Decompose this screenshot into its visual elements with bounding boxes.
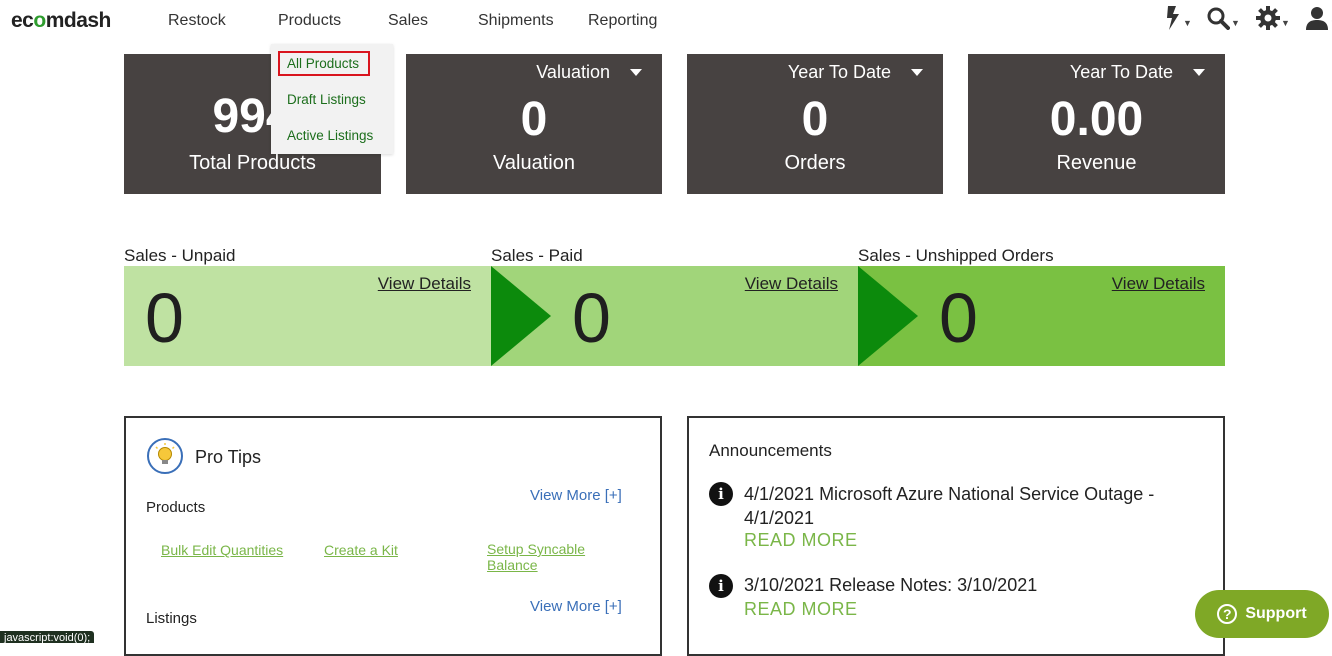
sales-unpaid-count: 0 bbox=[145, 279, 184, 357]
tile-label: Revenue bbox=[1056, 152, 1137, 174]
chevron-down-icon: ▼ bbox=[1231, 18, 1240, 28]
menu-item-active-listings[interactable]: Active Listings bbox=[287, 128, 373, 143]
sales-unpaid-title: Sales - Unpaid bbox=[124, 246, 236, 265]
revenue-tile: Year To Date 0.00 Revenue bbox=[968, 54, 1225, 194]
search-icon bbox=[1207, 7, 1230, 30]
orders-period-selector[interactable]: Year To Date bbox=[788, 62, 923, 83]
sales-paid-panel: 0 View Details bbox=[491, 266, 858, 366]
status-bar-url: javascript:void(0); bbox=[0, 631, 95, 644]
tip-link-bulk-edit-quantities[interactable]: Bulk Edit Quantities bbox=[161, 542, 283, 558]
chevron-down-icon: ▼ bbox=[1281, 18, 1290, 28]
pro-tips-panel: Pro Tips Products View More [+] Bulk Edi… bbox=[124, 416, 662, 656]
announcements-title: Announcements bbox=[709, 441, 832, 460]
section-heading-listings: Listings bbox=[146, 610, 197, 627]
settings-menu[interactable]: ▼ bbox=[1256, 4, 1290, 30]
announcements-panel: Announcements i 4/1/2021 Microsoft Azure… bbox=[687, 416, 1225, 656]
read-more-link[interactable]: READ MORE bbox=[744, 530, 858, 551]
lightbulb-glyph bbox=[155, 443, 175, 464]
nav-shipments[interactable]: Shipments bbox=[478, 12, 554, 30]
info-icon: i bbox=[709, 482, 733, 506]
tile-label: Total Products bbox=[189, 152, 316, 174]
user-icon bbox=[1306, 7, 1328, 30]
tip-link-setup-syncable-balance[interactable]: Setup Syncable Balance bbox=[487, 541, 607, 573]
support-label: Support bbox=[1245, 605, 1307, 622]
chevron-down-icon bbox=[630, 69, 642, 76]
sales-unpaid-panel: 0 View Details bbox=[124, 266, 491, 366]
funnel-arrow-icon bbox=[858, 266, 918, 366]
gear-icon bbox=[1256, 6, 1280, 30]
sales-unshipped-count: 0 bbox=[939, 279, 978, 357]
nav-sales[interactable]: Sales bbox=[388, 12, 428, 30]
announcement-text: 4/1/2021 Microsoft Azure National Servic… bbox=[744, 484, 1155, 528]
info-icon: i bbox=[709, 574, 733, 598]
view-details-link[interactable]: View Details bbox=[1112, 274, 1205, 294]
selected-item-highlight bbox=[278, 51, 370, 76]
quick-actions-menu[interactable]: ▼ bbox=[1166, 4, 1192, 30]
lightbulb-icon bbox=[147, 438, 183, 474]
nav-products[interactable]: Products bbox=[278, 12, 341, 30]
valuation-tile: Valuation 0 Valuation bbox=[406, 54, 662, 194]
chevron-down-icon: ▼ bbox=[1183, 18, 1192, 28]
chevron-down-icon bbox=[1193, 69, 1205, 76]
sales-paid-count: 0 bbox=[572, 279, 611, 357]
top-navigation: ecomdash Restock Products Sales Shipment… bbox=[0, 0, 1332, 44]
pro-tips-title: Pro Tips bbox=[195, 447, 262, 467]
section-heading-products: Products bbox=[146, 499, 206, 516]
tile-label: Valuation bbox=[493, 152, 575, 174]
view-more-listings-link[interactable]: View More [+] bbox=[530, 598, 622, 615]
question-icon: ? bbox=[1217, 604, 1238, 624]
sales-unshipped-panel: 0 View Details bbox=[858, 266, 1225, 366]
orders-tile: Year To Date 0 Orders bbox=[687, 54, 943, 194]
tile-label: Orders bbox=[784, 152, 846, 174]
tile-value: 0.00 bbox=[1049, 93, 1144, 146]
valuation-selector[interactable]: Valuation bbox=[536, 62, 642, 83]
revenue-period-selector[interactable]: Year To Date bbox=[1070, 62, 1205, 83]
tile-value: 0 bbox=[520, 93, 548, 146]
view-more-products-link[interactable]: View More [+] bbox=[530, 487, 622, 504]
tile-value: 0 bbox=[801, 93, 829, 146]
announcement-text: 3/10/2021 Release Notes: 3/10/2021 bbox=[744, 575, 1038, 595]
lightning-icon bbox=[1167, 6, 1179, 30]
view-details-link[interactable]: View Details bbox=[378, 274, 471, 294]
support-button[interactable]: ? Support bbox=[1195, 590, 1329, 638]
read-more-link[interactable]: READ MORE bbox=[744, 599, 858, 620]
menu-item-draft-listings[interactable]: Draft Listings bbox=[287, 92, 366, 107]
ecomdash-logo[interactable]: ecomdash bbox=[11, 9, 111, 33]
search-menu[interactable]: ▼ bbox=[1206, 4, 1240, 30]
sales-paid-title: Sales - Paid bbox=[491, 246, 583, 265]
view-details-link[interactable]: View Details bbox=[745, 274, 838, 294]
tip-link-create-a-kit[interactable]: Create a Kit bbox=[324, 542, 398, 558]
funnel-arrow-icon bbox=[491, 266, 551, 366]
chevron-down-icon bbox=[911, 69, 923, 76]
account-menu[interactable]: ▼ bbox=[1305, 4, 1332, 30]
nav-restock[interactable]: Restock bbox=[168, 12, 226, 30]
nav-reporting[interactable]: Reporting bbox=[588, 12, 657, 30]
sales-unshipped-title: Sales - Unshipped Orders bbox=[858, 246, 1054, 265]
